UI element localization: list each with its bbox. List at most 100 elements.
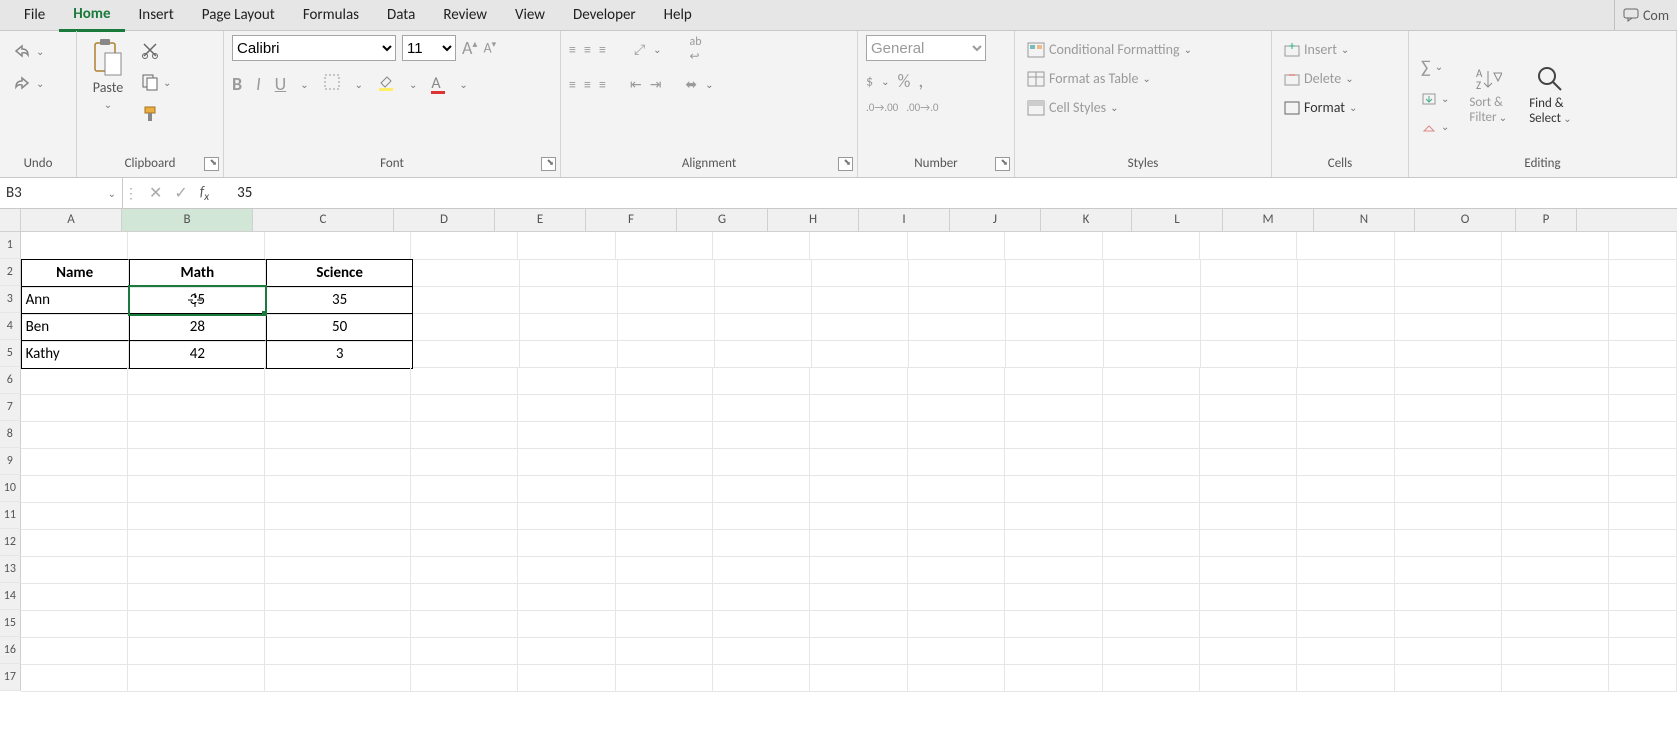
cell-G16[interactable] [713,637,810,665]
cell-J6[interactable] [1005,367,1102,395]
increase-indent-icon[interactable]: ⇥ [650,76,662,93]
cell-E10[interactable] [518,475,615,503]
cell-D15[interactable] [411,610,518,638]
cell-I10[interactable] [908,475,1005,503]
cell-J5[interactable] [1006,340,1103,368]
cell-H2[interactable] [812,259,909,287]
col-header-G[interactable]: G [677,209,768,231]
cell-L2[interactable] [1201,259,1298,287]
number-format-select[interactable]: General [866,35,986,61]
cell-I13[interactable] [908,556,1005,584]
cell-P7[interactable] [1609,394,1677,422]
cell-B5[interactable]: 42 [129,340,266,369]
cell-J2[interactable] [1006,259,1103,287]
row-header-13[interactable]: 13 [0,556,21,583]
cell-I6[interactable] [908,367,1005,395]
comments-button[interactable]: Com [1614,0,1677,30]
col-header-D[interactable]: D [394,209,495,231]
cell-L12[interactable] [1200,529,1297,557]
cell-E15[interactable] [518,610,615,638]
cell-N7[interactable] [1395,394,1502,422]
cell-B3[interactable]: 35 [129,286,266,315]
cell-J3[interactable] [1006,286,1103,314]
cell-K6[interactable] [1103,367,1200,395]
cell-O3[interactable] [1502,286,1609,314]
tab-view[interactable]: View [501,0,559,30]
row-header-8[interactable]: 8 [0,421,21,448]
cell-J15[interactable] [1005,610,1102,638]
cell-A9[interactable] [21,448,128,476]
cell-B11[interactable] [128,502,265,530]
cell-K4[interactable] [1104,313,1201,341]
cell-F13[interactable] [616,556,713,584]
cell-M9[interactable] [1297,448,1394,476]
cell-N6[interactable] [1395,367,1502,395]
cell-A11[interactable] [21,502,128,530]
cell-J13[interactable] [1005,556,1102,584]
cell-C16[interactable] [265,637,411,665]
font-color-button[interactable]: A [431,74,445,94]
row-header-11[interactable]: 11 [0,502,21,529]
cell-G5[interactable] [715,340,812,368]
cell-F4[interactable] [618,313,715,341]
cell-N10[interactable] [1395,475,1502,503]
cell-J10[interactable] [1005,475,1102,503]
cell-N13[interactable] [1395,556,1502,584]
cell-G11[interactable] [713,502,810,530]
cell-P9[interactable] [1609,448,1677,476]
tab-file[interactable]: File [10,0,59,30]
cell-N5[interactable] [1395,340,1502,368]
tab-home[interactable]: Home [59,0,124,32]
cell-F2[interactable] [618,259,715,287]
cell-E6[interactable] [518,367,615,395]
cell-N8[interactable] [1395,421,1502,449]
cell-O9[interactable] [1502,448,1609,476]
col-header-N[interactable]: N [1314,209,1415,231]
col-header-I[interactable]: I [859,209,950,231]
merge-button[interactable]: ⬌ [685,76,697,93]
cell-O4[interactable] [1502,313,1609,341]
select-all-corner[interactable] [0,209,21,231]
number-dialog-launcher[interactable]: ⬊ [995,157,1010,171]
row-header-6[interactable]: 6 [0,367,21,394]
name-box[interactable]: B3⌄ [0,178,123,208]
cell-J4[interactable] [1006,313,1103,341]
cell-M15[interactable] [1297,610,1394,638]
cell-O16[interactable] [1502,637,1609,665]
formula-value[interactable]: 35 [237,184,252,202]
cell-P5[interactable] [1609,340,1677,368]
cell-G12[interactable] [713,529,810,557]
cell-H8[interactable] [810,421,907,449]
tab-help[interactable]: Help [650,0,706,30]
cell-F10[interactable] [616,475,713,503]
increase-decimal-icon[interactable]: .0→.00 [866,101,898,114]
cell-D7[interactable] [411,394,518,422]
cell-E16[interactable] [518,637,615,665]
cell-K17[interactable] [1103,664,1200,692]
cell-P2[interactable] [1609,259,1677,287]
cell-B16[interactable] [128,637,265,665]
row-header-1[interactable]: 1 [0,232,21,259]
cell-I12[interactable] [908,529,1005,557]
cell-E2[interactable] [520,259,617,287]
cell-P3[interactable] [1609,286,1677,314]
cell-H16[interactable] [810,637,907,665]
cell-M1[interactable] [1297,232,1394,260]
row-header-17[interactable]: 17 [0,664,21,691]
cell-L11[interactable] [1200,502,1297,530]
fill-color-button[interactable] [377,73,395,95]
row-header-3[interactable]: 3 [0,286,21,313]
row-header-15[interactable]: 15 [0,610,21,637]
cell-C17[interactable] [265,664,411,692]
cell-H10[interactable] [810,475,907,503]
cell-I17[interactable] [908,664,1005,692]
cell-E3[interactable] [520,286,617,314]
cell-G13[interactable] [713,556,810,584]
cell-L15[interactable] [1200,610,1297,638]
cell-O14[interactable] [1502,583,1609,611]
cell-O6[interactable] [1502,367,1609,395]
cell-L6[interactable] [1200,367,1297,395]
cell-P1[interactable] [1609,232,1677,260]
cell-H17[interactable] [810,664,907,692]
cell-I16[interactable] [908,637,1005,665]
